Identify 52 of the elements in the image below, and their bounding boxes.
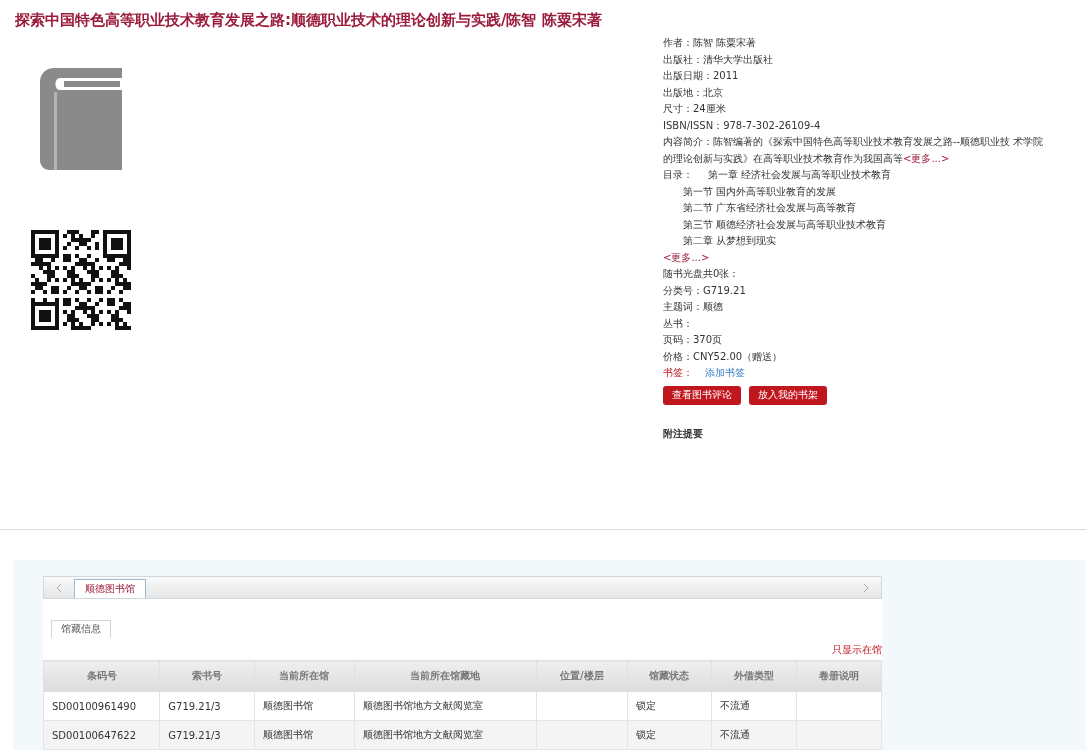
holdings-tab[interactable]: 馆藏信息 [51,620,111,639]
action-button[interactable]: 查看图书评论 [663,385,741,405]
column-header: 当前所在馆 [254,660,355,692]
info-field: 出版地：北京 [663,84,723,102]
table-cell: 顺德图书馆 [254,720,355,750]
contents-entry: 第三节 顺德经济社会发展与高等职业技术教育 [683,217,887,232]
table-cell: 顺德图书馆地方文献阅览室 [354,720,537,750]
info-field: 出版日期：2011 [663,68,739,85]
summary-text: 内容简介：陈智编著的《探索中国特色高等职业技术教育发展之路--顺德职业技 术学院的理论创新与实践》在高等职业技术教育作为我国高等<更多...> [663,135,1045,166]
book-icon [40,68,122,171]
info-field: 分类号：G719.21 [663,282,746,300]
info-field: 出版社：清华大学出版社 [663,51,773,69]
info-field: 丛书： [663,315,693,333]
info-field: 尺寸：24厘米 [663,101,726,118]
contents-entry: 第二章 从梦想到现实 [683,234,777,249]
table-cell: 顺德图书馆地方文献阅览室 [354,691,537,721]
column-header: 位置/楼层 [536,660,628,692]
info-field: 页码：370页 [663,332,723,349]
column-header: 当前所在馆藏地 [354,660,537,692]
table-cell: SD00100647622 [43,720,160,750]
filter-link[interactable]: 只显示在馆 [832,643,882,656]
action-button[interactable]: 放入我的书架 [749,385,827,405]
column-header: 馆藏状态 [627,660,712,692]
info-field: 随书光盘共0张： [663,266,740,283]
info-field: 作者：陈智 陈粟宋著 [663,35,757,52]
contents-label: 目录： [663,168,694,183]
table-cell: 锁定 [627,691,712,721]
add-bookmark-link[interactable]: 添加书签 [705,365,745,382]
more-link[interactable]: <更多...> [903,152,950,164]
library-tab[interactable]: 顺德图书馆 [74,579,146,598]
contents-entry: 第二节 广东省经济社会发展与高等教育 [683,201,857,216]
table-cell: G719.21/3 [159,720,255,750]
table-cell: SD00100961490 [43,691,160,721]
table-cell: 锁定 [627,720,712,750]
book-title: 探索中国特色高等职业技术教育发展之路:顺德职业技术的理论创新与实践/陈智 陈粟宋著 [14,10,603,31]
table-cell: 不流通 [711,720,797,750]
table-cell: G719.21/3 [159,691,255,721]
info-field: ISBN/ISSN：978-7-302-26109-4 [663,117,821,135]
contents-entry: 第一节 国内外高等职业教育的发展 [683,184,837,199]
info-field: 价格：CNY52.00（赠送） [663,348,783,366]
notes-heading: 附注提要 [663,426,704,441]
column-header: 外借类型 [711,660,797,692]
contents-entry: 第一章 经济社会发展与高等职业技术教育 [708,168,892,183]
column-header: 卷册说明 [796,660,882,692]
info-field: 主题词：顺德 [663,299,723,316]
column-header: 条码号 [43,660,160,692]
table-cell: 不流通 [711,691,797,721]
table-cell: 顺德图书馆 [254,691,355,721]
column-header: 索书号 [159,660,255,692]
more-link[interactable]: <更多...> [663,249,710,267]
bookmark-label: 书签： [663,366,694,381]
qr-code-icon [31,230,131,331]
